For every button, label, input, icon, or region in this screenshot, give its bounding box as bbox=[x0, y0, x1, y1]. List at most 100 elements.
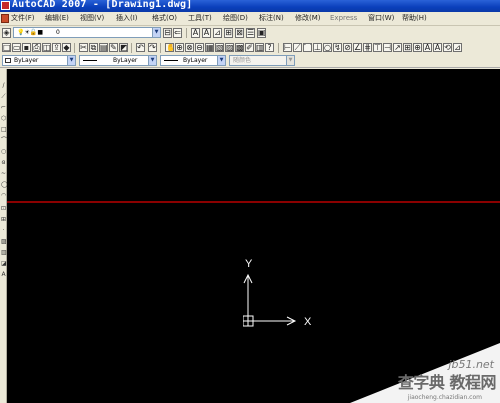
chevron-down-icon[interactable]: ▼ bbox=[217, 56, 225, 65]
redo-icon[interactable]: ↷ bbox=[148, 43, 157, 52]
gradient-icon[interactable]: ▥ bbox=[1, 250, 7, 256]
linetype-dropdown[interactable]: ByLayer ▼ bbox=[79, 55, 157, 66]
hatch-icon[interactable]: ▨ bbox=[1, 239, 7, 245]
menu-file[interactable]: 文件(F) bbox=[11, 13, 35, 24]
3d-dwf-icon[interactable]: ◆ bbox=[62, 43, 71, 52]
image-icon[interactable]: ▣ bbox=[257, 28, 266, 38]
multileader-style-icon[interactable]: ⊠ bbox=[235, 28, 244, 38]
zoom-previous-icon[interactable]: ⊖ bbox=[195, 43, 204, 52]
circle-icon[interactable]: ○ bbox=[1, 149, 6, 155]
sheet-set-icon[interactable]: ▩ bbox=[235, 43, 244, 52]
plot-icon[interactable]: ⎙ bbox=[32, 43, 41, 52]
dimension-style-icon[interactable]: ⊿ bbox=[213, 28, 222, 38]
text-style-icon[interactable]: A bbox=[191, 28, 200, 38]
cut-icon[interactable]: ✂ bbox=[79, 43, 88, 52]
paste-icon[interactable]: ▤ bbox=[99, 43, 108, 52]
point-icon[interactable]: · bbox=[1, 228, 6, 234]
window-title: AutoCAD 2007 - [Drawing1.dwg] bbox=[12, 0, 193, 10]
polygon-icon[interactable]: ⬡ bbox=[1, 116, 6, 122]
menu-help[interactable]: 帮助(H) bbox=[402, 13, 427, 24]
open-file-icon[interactable]: ▭ bbox=[12, 43, 21, 52]
linear-dim-icon[interactable]: ⊢ bbox=[283, 43, 292, 52]
rectangle-icon[interactable]: □ bbox=[1, 127, 7, 133]
quick-dim-icon[interactable]: ⋕ bbox=[363, 43, 372, 52]
make-layer-current-icon[interactable]: ⊟ bbox=[163, 28, 172, 38]
arc-icon[interactable]: ⌒ bbox=[1, 138, 7, 144]
dim-style-icon[interactable]: ⊿ bbox=[453, 43, 462, 52]
quickcalc-icon[interactable]: ▥ bbox=[255, 43, 264, 52]
construction-line-icon[interactable]: ⟋ bbox=[1, 94, 6, 100]
markup-icon[interactable]: ✐ bbox=[245, 43, 254, 52]
continue-dim-icon[interactable]: ⊣ bbox=[383, 43, 392, 52]
undo-icon[interactable]: ↶ bbox=[136, 43, 145, 52]
chevron-down-icon[interactable]: ▼ bbox=[67, 56, 75, 65]
lineweight-dropdown[interactable]: ByLayer ▼ bbox=[160, 55, 226, 66]
table-style-icon[interactable]: ⊞ bbox=[224, 28, 233, 38]
toolbar-separator bbox=[278, 43, 279, 53]
color-value: ByLayer bbox=[14, 57, 39, 64]
color-dropdown[interactable]: ByLayer ▼ bbox=[2, 55, 76, 66]
autocad-app-icon[interactable] bbox=[1, 1, 10, 10]
color-swatch bbox=[5, 58, 11, 63]
menu-express[interactable]: Express bbox=[330, 13, 357, 24]
baseline-dim-icon[interactable]: ⊤ bbox=[373, 43, 382, 52]
menu-dimension[interactable]: 标注(N) bbox=[259, 13, 284, 24]
properties-icon[interactable]: ▦ bbox=[205, 43, 214, 52]
layer-manager-icon[interactable]: ◈ bbox=[2, 28, 11, 38]
arc-length-icon[interactable]: ⌒ bbox=[303, 43, 312, 52]
design-center-icon[interactable]: ▧ bbox=[215, 43, 224, 52]
menu-format[interactable]: 格式(O) bbox=[152, 13, 177, 24]
new-file-icon[interactable]: □ bbox=[2, 43, 11, 52]
visual-style-icon[interactable]: ☰ bbox=[246, 28, 255, 38]
radius-dim-icon[interactable]: ○ bbox=[323, 43, 332, 52]
aligned-dim-icon[interactable]: ⟋ bbox=[293, 43, 302, 52]
menu-window[interactable]: 窗口(W) bbox=[368, 13, 394, 24]
save-icon[interactable]: ▪ bbox=[22, 43, 31, 52]
menu-insert[interactable]: 插入(I) bbox=[116, 13, 138, 24]
diameter-dim-icon[interactable]: ⊘ bbox=[343, 43, 352, 52]
layer-dropdown[interactable]: 💡☀🔓■ 0 ▼ bbox=[13, 27, 161, 38]
publish-icon[interactable]: ⇪ bbox=[52, 43, 61, 52]
menu-tools[interactable]: 工具(T) bbox=[188, 13, 212, 24]
dim-update-icon[interactable]: ⟲ bbox=[443, 43, 452, 52]
menu-edit[interactable]: 编辑(E) bbox=[45, 13, 69, 24]
ellipse-arc-icon[interactable]: ◠ bbox=[1, 193, 6, 199]
menu-view[interactable]: 视图(V) bbox=[80, 13, 104, 24]
ordinate-dim-icon[interactable]: ⊥ bbox=[313, 43, 322, 52]
pan-icon[interactable]: ✋ bbox=[165, 43, 174, 52]
tolerance-icon[interactable]: ⊞ bbox=[403, 43, 412, 52]
jogged-dim-icon[interactable]: ↯ bbox=[333, 43, 342, 52]
watermark: jb51.net 查字典 教程网 jiaocheng.chazidian.com bbox=[350, 343, 500, 403]
ellipse-icon[interactable]: ◯ bbox=[1, 182, 8, 188]
menu-draw[interactable]: 绘图(D) bbox=[223, 13, 248, 24]
revcloud-icon[interactable]: ɞ bbox=[1, 160, 6, 166]
zoom-realtime-icon[interactable]: ⊕ bbox=[175, 43, 184, 52]
layer-previous-icon[interactable]: ⇐ bbox=[173, 28, 182, 38]
ucs-y-label: Y bbox=[245, 258, 253, 270]
menu-modify[interactable]: 修改(M) bbox=[295, 13, 321, 24]
make-block-icon[interactable]: ⊞ bbox=[1, 217, 6, 223]
insert-block-icon[interactable]: ⊡ bbox=[1, 206, 6, 212]
copy-icon[interactable]: ⧉ bbox=[89, 43, 98, 52]
document-menu-icon[interactable] bbox=[1, 14, 9, 23]
plotstyle-dropdown: 随颜色 ▼ bbox=[229, 55, 295, 66]
region-icon[interactable]: ◪ bbox=[1, 261, 7, 267]
angular-dim-icon[interactable]: ∠ bbox=[353, 43, 362, 52]
help-icon[interactable]: ? bbox=[265, 43, 274, 52]
plot-preview-icon[interactable]: ◫ bbox=[42, 43, 51, 52]
tool-palettes-icon[interactable]: ▨ bbox=[225, 43, 234, 52]
dimtedit-icon[interactable]: A bbox=[433, 43, 442, 52]
match-properties-icon[interactable]: ✎ bbox=[109, 43, 118, 52]
chevron-down-icon[interactable]: ▼ bbox=[152, 28, 160, 37]
spline-icon[interactable]: ~ bbox=[1, 171, 6, 177]
block-editor-icon[interactable]: ◩ bbox=[119, 43, 128, 52]
dimedit-icon[interactable]: A bbox=[423, 43, 432, 52]
center-mark-icon[interactable]: ⊕ bbox=[413, 43, 422, 52]
text-style-edit-icon[interactable]: A bbox=[202, 28, 211, 38]
line-icon[interactable]: / bbox=[1, 83, 6, 89]
polyline-icon[interactable]: ⌐ bbox=[1, 105, 6, 111]
chevron-down-icon[interactable]: ▼ bbox=[148, 56, 156, 65]
qleader-icon[interactable]: ↗ bbox=[393, 43, 402, 52]
zoom-window-icon[interactable]: ⊗ bbox=[185, 43, 194, 52]
mtext-icon[interactable]: A bbox=[1, 272, 6, 278]
